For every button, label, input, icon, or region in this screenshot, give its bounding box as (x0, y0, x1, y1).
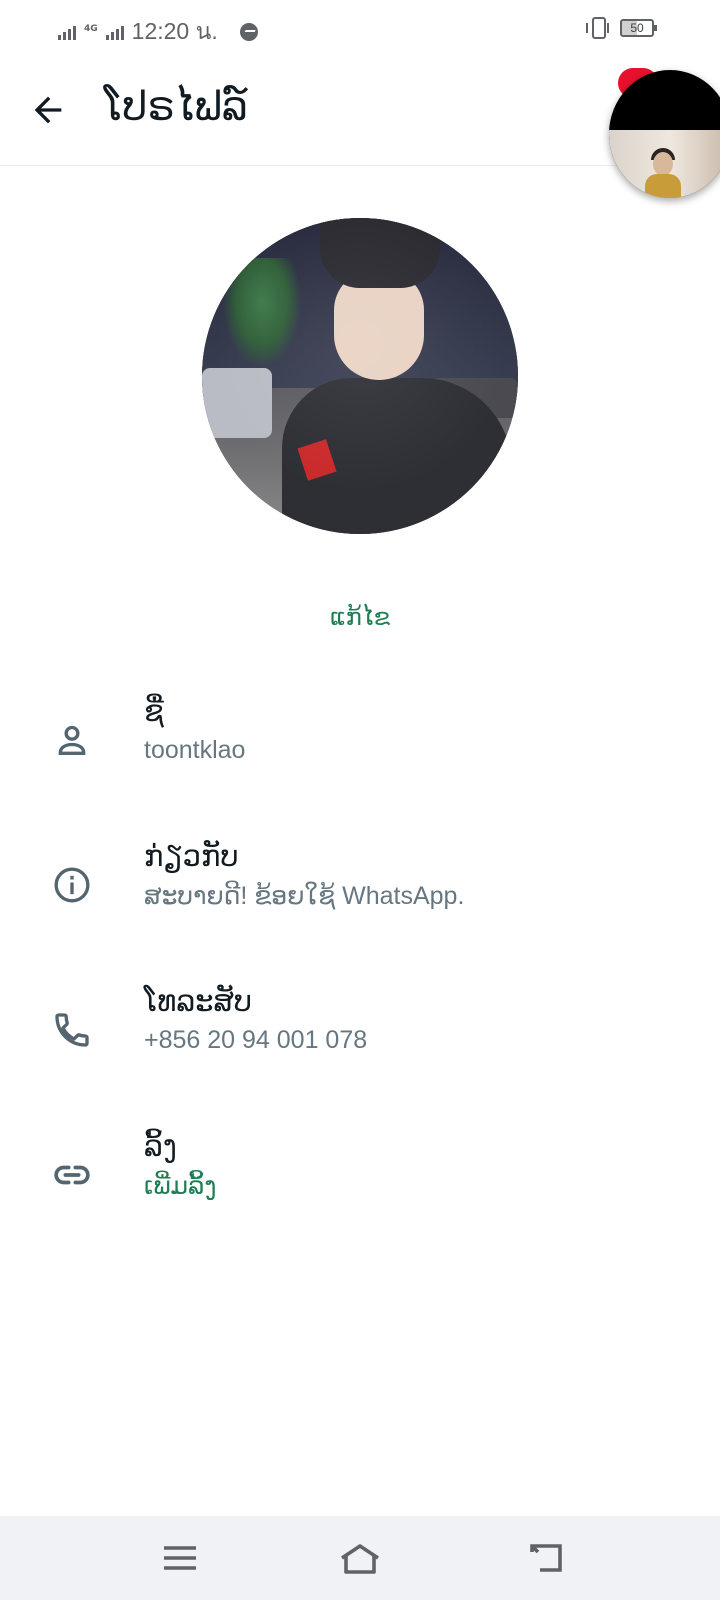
person-icon (58, 725, 86, 755)
chat-head-shirt (645, 174, 681, 198)
add-link-button[interactable]: ເພີ່ມລິ້ງ (144, 1171, 216, 1200)
info-icon (54, 867, 90, 903)
home-icon[interactable] (336, 1536, 384, 1580)
menu-icon[interactable] (156, 1536, 204, 1580)
chat-head-bubble[interactable] (609, 70, 720, 198)
phone-row[interactable]: ໂທລະສັບ +856 20 94 001 078 (0, 980, 720, 1090)
name-row[interactable]: ຊື່ toontklao (0, 690, 720, 800)
about-value: ສະບາຍດີ! ຂ້ອຍໃຊ້ WhatsApp. (144, 882, 465, 910)
photo-glow (202, 218, 518, 534)
network-type: 4G (84, 23, 98, 34)
signal-icon (58, 24, 76, 40)
links-row[interactable]: ລິ້ງ ເພີ່ມລິ້ງ (0, 1125, 720, 1235)
vibrate-icon (586, 17, 609, 39)
signal-icon-2 (105, 24, 124, 40)
link-icon (54, 1165, 90, 1185)
status-bar: 4G 12:20 น. 50 (0, 0, 720, 58)
phone-value: +856 20 94 001 078 (144, 1026, 368, 1054)
page-title: ໂປຣໄຟລ໌ (104, 84, 248, 130)
phone-icon (55, 1013, 89, 1047)
back-icon[interactable] (524, 1536, 572, 1580)
name-value: toontklao (144, 736, 246, 764)
status-left: 4G 12:20 น. (58, 14, 258, 50)
about-label: ກ່ຽວກັບ (144, 839, 239, 873)
chat-head-face (653, 152, 673, 176)
profile-photo[interactable] (202, 218, 518, 534)
system-nav-bar (0, 1516, 720, 1600)
clock: 12:20 น. (131, 18, 218, 44)
status-right: 50 (586, 17, 657, 39)
battery-icon: 50 (620, 19, 657, 37)
about-row[interactable]: ກ່ຽວກັບ ສະບາຍດີ! ຂ້ອຍໃຊ້ WhatsApp. (0, 835, 720, 945)
arrow-back-icon[interactable] (28, 90, 68, 130)
phone-label: ໂທລະສັບ (144, 984, 253, 1018)
edit-photo-link[interactable]: ແກ້ໄຂ (0, 603, 720, 631)
name-label: ຊື່ (144, 694, 164, 728)
messenger-icon (239, 23, 258, 41)
links-label: ລິ້ງ (144, 1129, 177, 1163)
